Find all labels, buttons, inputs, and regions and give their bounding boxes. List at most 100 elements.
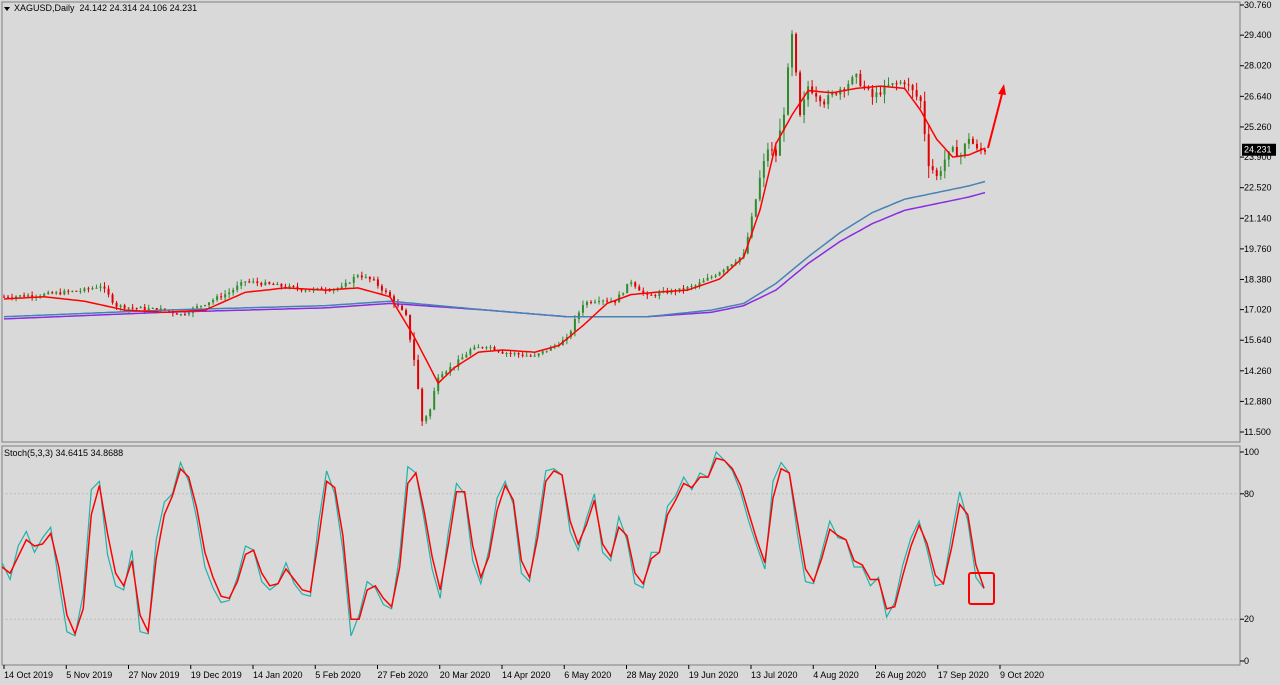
candle-body [107,288,110,295]
candle-body [103,286,106,289]
candle-body [545,350,548,352]
candle-body [139,306,142,309]
candle-body [762,161,765,178]
dropdown-triangle-icon[interactable] [4,6,10,11]
x-tick-label: 14 Apr 2020 [502,670,551,680]
candle-body [79,290,82,292]
candle-body [859,73,862,86]
candle-body [891,83,894,85]
candle-body [911,85,914,91]
x-tick-label: 27 Feb 2020 [378,670,429,680]
candle-body [951,146,954,152]
candle-body [63,290,66,295]
candle-body [280,283,283,287]
candle-body [204,305,207,307]
candle-body [984,149,986,152]
candle-body [244,281,247,283]
candle-body [413,339,416,360]
price-tick-label: 11.500 [1244,427,1271,437]
price-tick-label: 18.380 [1244,274,1272,284]
candle-body [356,275,359,277]
candle-body [344,282,347,287]
candle-body [730,264,733,267]
candle-body [67,290,70,292]
candle-body [71,290,74,292]
candle-body [111,294,114,303]
candle-body [437,377,440,392]
candle-body [907,84,910,86]
candle-body [638,286,641,291]
candle-body [774,149,777,156]
candle-body [485,347,488,349]
candle-body [55,292,58,294]
candle-body [43,293,46,296]
candle-body [589,301,592,303]
candle-body [260,283,263,286]
candle-body [815,93,818,97]
candle-body [179,314,182,316]
candle-body [963,143,966,156]
candle-body [537,353,540,356]
candle-body [513,353,516,355]
price-tick-label: 17.020 [1244,305,1272,315]
candle-body [722,269,725,273]
candle-body [95,287,98,289]
candle-body [31,295,34,297]
price-tick-label: 15.640 [1244,335,1272,345]
candle-body [441,374,444,378]
candle-body [384,290,387,292]
candle-body [409,314,412,340]
candle-body [220,296,223,298]
candle-body [791,33,794,68]
price-tick-label: 30.760 [1244,0,1272,10]
candle-body [127,307,130,309]
candle-body [91,288,94,290]
annotation-arrow-head [998,84,1006,95]
candle-body [642,290,645,293]
last-price-label: 24.231 [1244,145,1272,155]
candle-body [758,177,761,200]
candle-body [803,99,806,116]
price-tick-label: 21.140 [1244,213,1272,223]
candle-body [99,286,102,288]
x-tick-label: 20 Mar 2020 [440,670,491,680]
candle-body [658,292,661,296]
candle-body [23,295,26,297]
x-tick-label: 17 Sep 2020 [938,670,989,680]
candle-body [425,416,428,422]
candle-body [421,388,424,422]
annotations-group [968,84,1006,605]
candle-body [654,295,657,297]
candle-body [481,347,484,349]
candle-body [754,199,757,217]
candle-body [915,90,918,97]
candle-body [372,279,375,281]
candle-body [811,86,814,94]
stoch-signal-line [1,457,985,636]
candle-body [3,296,5,298]
x-tick-label: 5 Nov 2019 [66,670,112,680]
x-tick-label: 9 Oct 2020 [1000,670,1044,680]
candle-body [626,283,629,294]
candle-body [786,67,789,115]
candle-body [714,275,717,277]
price-tick-label: 29.400 [1244,30,1272,40]
candle-body [718,272,721,276]
candle-body [847,83,850,90]
price-pane-frame [1,1,1241,443]
candle-body [509,353,512,355]
candle-body [264,282,267,286]
x-tick-label: 13 Jul 2020 [751,670,798,680]
candle-body [903,82,906,85]
candle-body [119,305,122,307]
candle-body [240,282,243,286]
stoch-tick-label: 100 [1244,447,1259,457]
candle-body [256,281,259,284]
candle-body [690,286,693,288]
stoch-tick-label: 0 [1244,656,1249,666]
candle-body [489,347,492,349]
annotation-highlight-box [968,572,995,605]
candle-body [417,359,420,389]
candle-body [208,302,211,306]
stoch-main-line [1,450,985,637]
